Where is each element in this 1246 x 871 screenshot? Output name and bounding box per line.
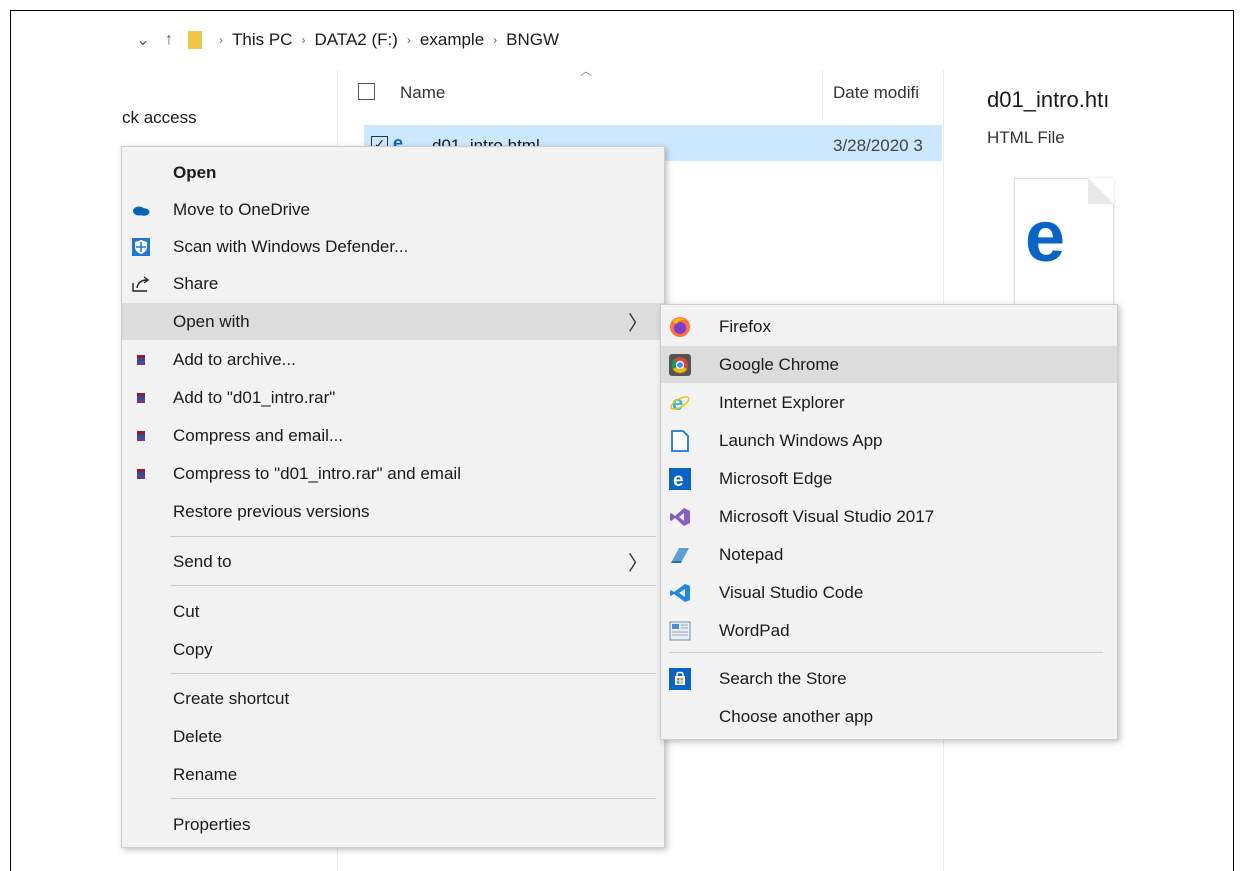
breadcrumb: ⌄ ↑ › This PC › DATA2 (F:) › example › B…	[130, 26, 559, 54]
vscode-icon	[669, 582, 691, 604]
app-visual-studio-code[interactable]: Visual Studio Code	[661, 574, 1117, 611]
menu-item-open[interactable]: Open	[122, 154, 664, 191]
app-choose-another[interactable]: Choose another app	[661, 698, 1117, 735]
context-menu: Open Move to OneDrive Scan with Windows …	[121, 146, 665, 848]
app-firefox[interactable]: Firefox	[661, 308, 1117, 345]
menu-item-send-to[interactable]: Send to 〉	[122, 543, 664, 580]
app-search-store[interactable]: Search the Store	[661, 660, 1117, 697]
wordpad-icon	[669, 620, 691, 642]
menu-item-copy[interactable]: Copy	[122, 631, 664, 668]
app-wordpad[interactable]: WordPad	[661, 612, 1117, 649]
menu-item-compress-email[interactable]: Compress and email...	[122, 417, 664, 454]
menu-divider	[170, 798, 656, 799]
menu-divider	[170, 673, 656, 674]
menu-item-compress-rar-email[interactable]: Compress to "d01_intro.rar" and email	[122, 455, 664, 492]
app-launch-windows-app[interactable]: Launch Windows App	[661, 422, 1117, 459]
winrar-icon	[130, 425, 152, 447]
menu-divider	[170, 585, 656, 586]
onedrive-icon	[130, 199, 152, 221]
submenu-divider	[669, 652, 1103, 653]
store-icon	[669, 667, 691, 690]
sort-caret-icon: ︿	[580, 64, 593, 78]
breadcrumb-separator[interactable]: ›	[407, 33, 411, 47]
menu-item-create-shortcut[interactable]: Create shortcut	[122, 680, 664, 717]
edge-icon: e	[669, 467, 691, 490]
defender-icon	[130, 236, 152, 258]
winrar-icon	[130, 387, 152, 409]
breadcrumb-separator[interactable]: ›	[301, 33, 305, 47]
winrar-icon	[130, 463, 152, 485]
menu-divider	[170, 536, 656, 537]
preview-title: d01_intro.htı	[987, 87, 1110, 112]
menu-item-restore-previous[interactable]: Restore previous versions	[122, 493, 664, 530]
open-with-submenu: Firefox Google Chrome e Internet Explore…	[660, 304, 1118, 740]
app-icon	[669, 429, 691, 452]
preview-type: HTML File	[987, 128, 1065, 147]
visual-studio-icon	[669, 506, 691, 528]
chevron-down-icon[interactable]: ⌄	[130, 30, 156, 50]
menu-item-scan-defender[interactable]: Scan with Windows Defender...	[122, 228, 664, 265]
winrar-icon	[130, 349, 152, 371]
folder-icon	[188, 31, 202, 49]
ie-icon: e	[669, 392, 691, 414]
preview-document-icon: e	[1014, 178, 1114, 310]
edge-icon: e	[1025, 197, 1066, 277]
breadcrumb-data2[interactable]: DATA2 (F:)	[314, 30, 397, 50]
breadcrumb-bngw[interactable]: BNGW	[506, 30, 559, 50]
app-notepad[interactable]: Notepad	[661, 536, 1117, 573]
menu-item-add-to-rar[interactable]: Add to "d01_intro.rar"	[122, 379, 664, 416]
breadcrumb-this-pc[interactable]: This PC	[232, 30, 292, 50]
app-google-chrome[interactable]: Google Chrome	[661, 346, 1117, 383]
app-internet-explorer[interactable]: e Internet Explorer	[661, 384, 1117, 421]
chrome-icon	[669, 353, 691, 376]
column-header-date-modified[interactable]: Date modifi	[833, 83, 941, 103]
notepad-icon	[669, 544, 691, 566]
select-all-checkbox[interactable]	[358, 83, 375, 100]
menu-item-rename[interactable]: Rename	[122, 756, 664, 793]
menu-item-properties[interactable]: Properties	[122, 806, 664, 843]
app-visual-studio-2017[interactable]: Microsoft Visual Studio 2017	[661, 498, 1117, 535]
breadcrumb-separator[interactable]: ›	[219, 33, 223, 47]
menu-item-share[interactable]: Share	[122, 265, 664, 302]
chevron-right-icon: 〉	[628, 313, 648, 335]
column-header-name[interactable]: Name	[400, 83, 445, 103]
firefox-icon	[669, 316, 691, 338]
chevron-right-icon: 〉	[628, 553, 648, 575]
app-microsoft-edge[interactable]: e Microsoft Edge	[661, 460, 1117, 497]
share-icon	[130, 273, 152, 295]
svg-text:e: e	[673, 470, 684, 490]
menu-item-delete[interactable]: Delete	[122, 718, 664, 755]
breadcrumb-example[interactable]: example	[420, 30, 484, 50]
menu-item-open-with[interactable]: Open with 〉	[122, 303, 664, 340]
menu-item-cut[interactable]: Cut	[122, 593, 664, 630]
up-arrow-icon[interactable]: ↑	[156, 31, 182, 49]
menu-item-add-to-archive[interactable]: Add to archive...	[122, 341, 664, 378]
nav-quick-access[interactable]: ck access	[122, 108, 197, 128]
column-divider[interactable]	[822, 70, 823, 118]
file-date: 3/28/2020 3	[833, 136, 923, 155]
menu-item-move-to-onedrive[interactable]: Move to OneDrive	[122, 191, 664, 228]
breadcrumb-separator[interactable]: ›	[493, 33, 497, 47]
